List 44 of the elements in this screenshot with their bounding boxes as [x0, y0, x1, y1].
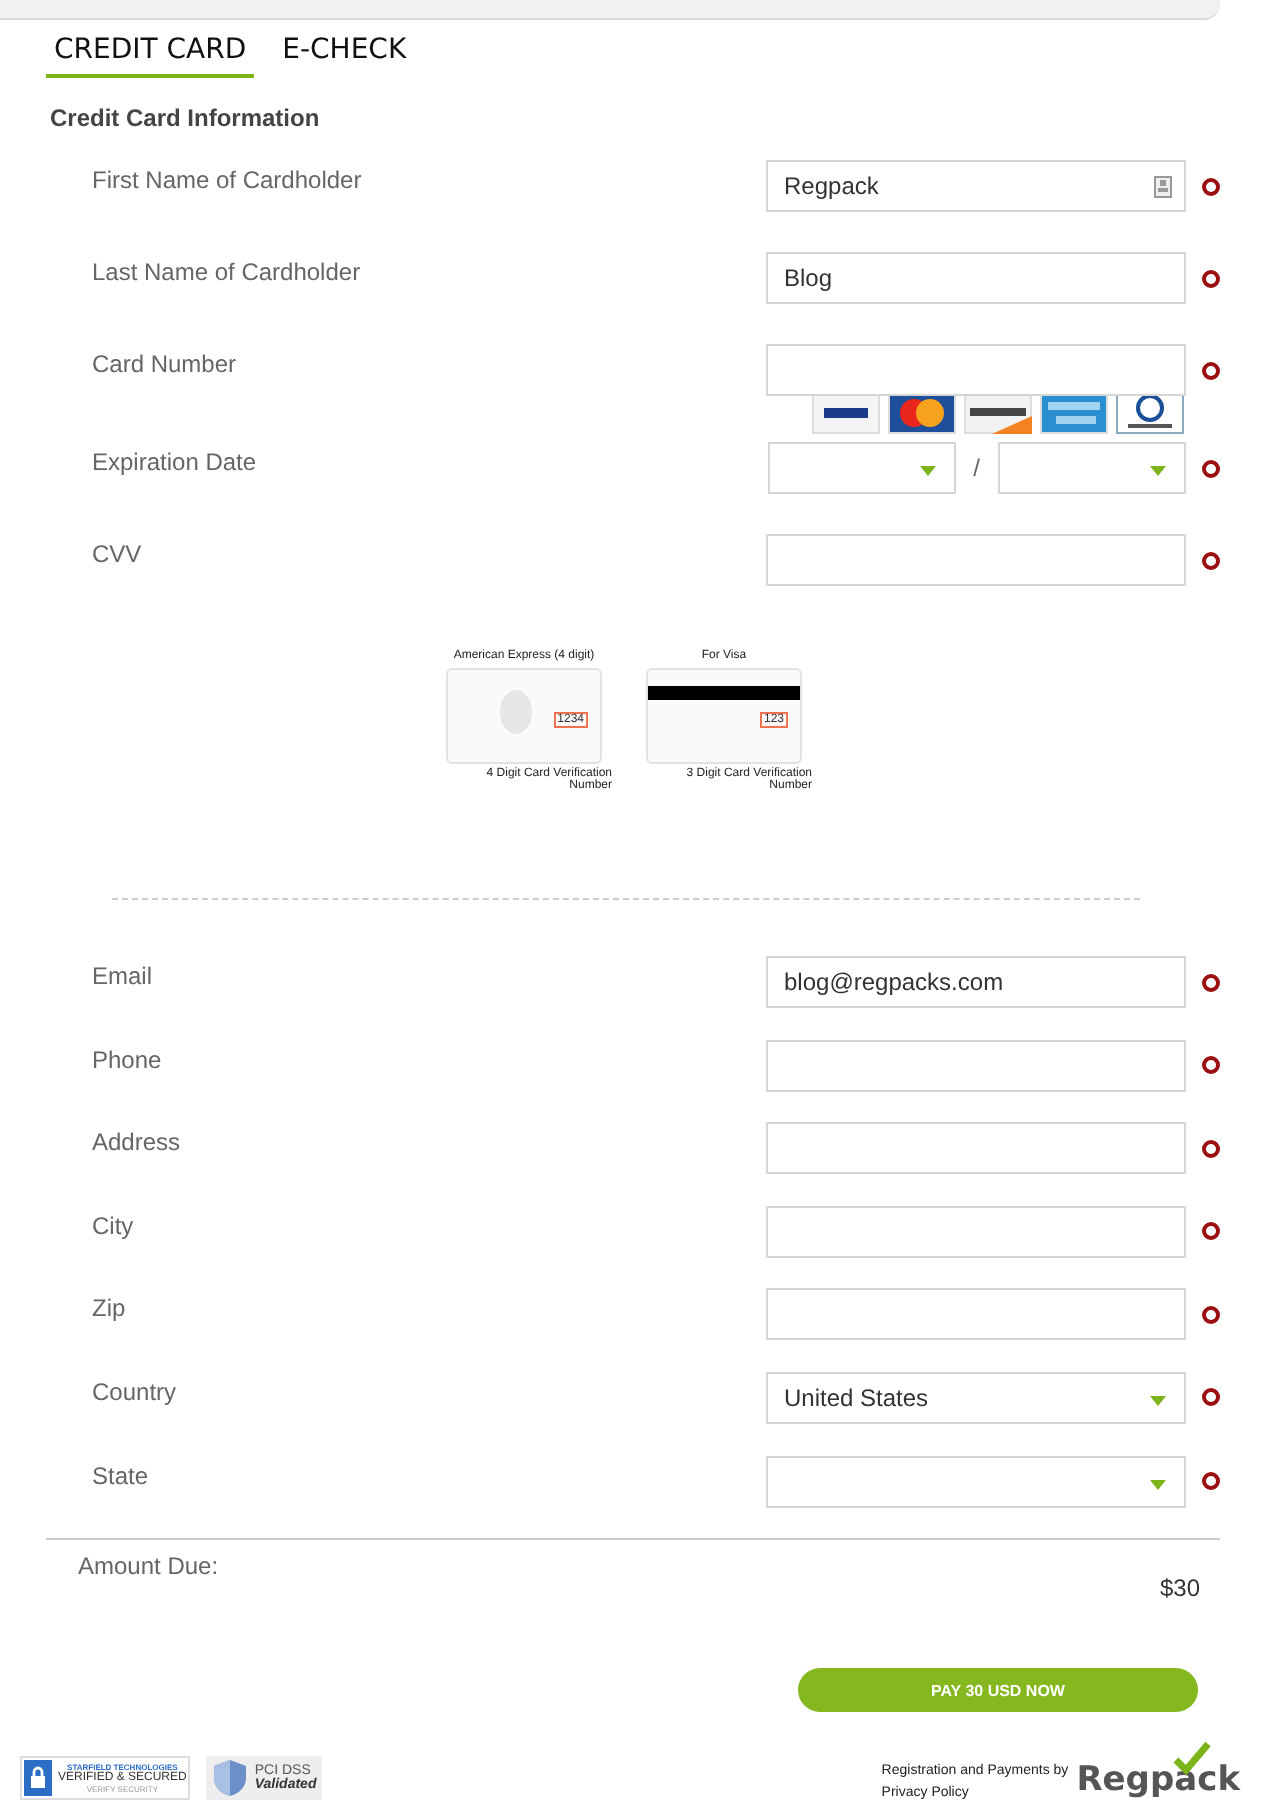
field-label: Zip: [92, 1292, 126, 1327]
dropdown[interactable]: [766, 1455, 1186, 1508]
caret-icon: [919, 466, 936, 476]
field-label: First Name of Cardholder: [92, 164, 362, 198]
field-label: Last Name of Cardholder: [92, 256, 361, 290]
amount-due-value: $30: [1159, 1574, 1200, 1603]
regpack-logo[interactable]: Regpack: [1076, 1760, 1240, 1801]
field-label: City: [92, 1209, 134, 1244]
card-logo-icon: [1040, 392, 1108, 434]
field-label: CVV: [92, 538, 142, 572]
input-field[interactable]: blog@regpacks.com: [766, 956, 1186, 1008]
field-label: Address: [92, 1126, 181, 1161]
payment-tab[interactable]: E-CHECK: [274, 32, 415, 78]
amount-due-label: Amount Due:: [78, 1552, 219, 1581]
input-field[interactable]: [766, 344, 1186, 396]
caret-icon: [1150, 1395, 1166, 1406]
field-label: Card Number: [92, 348, 237, 382]
input-field[interactable]: Regpack: [766, 160, 1186, 212]
input-field[interactable]: [766, 1288, 1186, 1341]
caret-icon: [1150, 1479, 1166, 1490]
date-separator: /: [973, 454, 980, 482]
card-logo-icon: [964, 392, 1032, 434]
input-field[interactable]: [766, 1122, 1186, 1175]
section-title: Credit Card Information: [48, 102, 322, 136]
card-logo-icon: [812, 392, 880, 434]
field-label: Email: [92, 960, 153, 994]
payment-tab[interactable]: CREDIT CARD: [46, 32, 255, 78]
input-field[interactable]: [766, 1039, 1186, 1092]
year-dropdown[interactable]: [998, 442, 1186, 494]
card-logo-icon: [888, 392, 956, 434]
input-field[interactable]: [766, 534, 1186, 586]
field-label: Expiration Date: [92, 446, 257, 480]
field-label: Phone: [92, 1043, 162, 1078]
month-dropdown[interactable]: [767, 442, 956, 494]
shield-icon: [212, 1758, 249, 1799]
contact-card-icon[interactable]: [1154, 176, 1172, 198]
input-field[interactable]: [766, 1205, 1186, 1258]
dropdown[interactable]: United States: [766, 1371, 1186, 1424]
caret-icon: [1150, 466, 1166, 476]
field-label: Country: [92, 1375, 177, 1410]
field-label: State: [92, 1459, 149, 1494]
input-field[interactable]: Blog: [766, 252, 1186, 304]
card-logo-icon: [1116, 392, 1184, 434]
lock-icon: [24, 1760, 52, 1797]
